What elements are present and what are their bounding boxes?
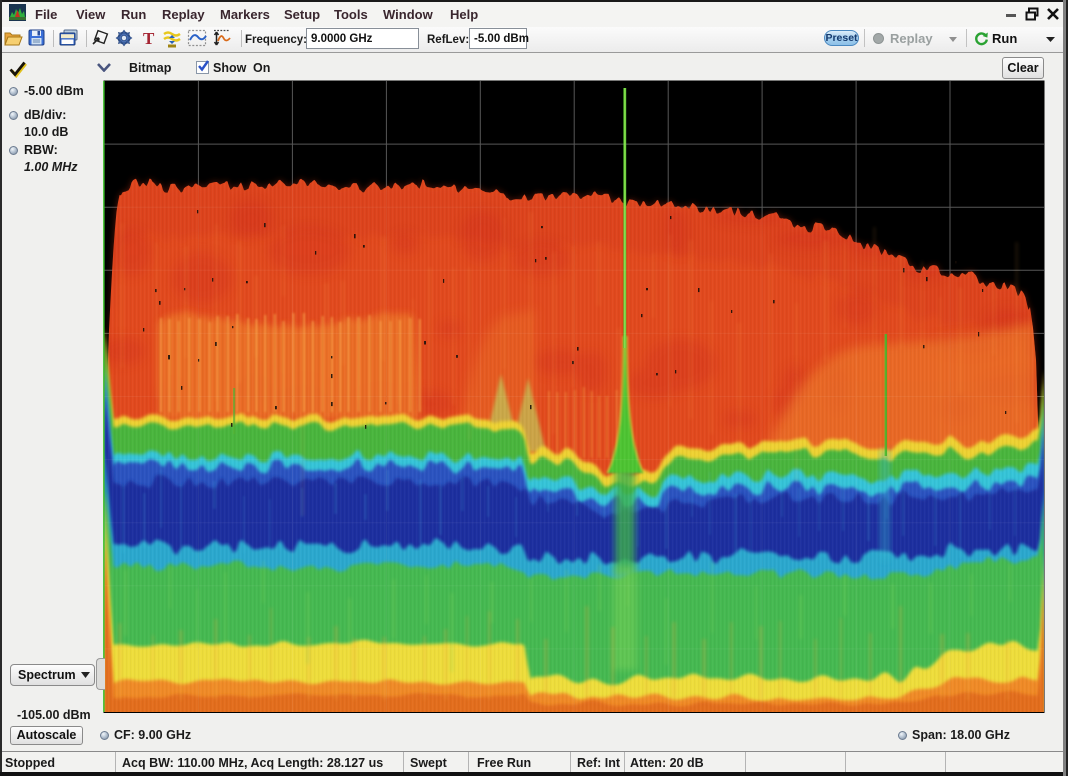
svg-text:T: T <box>143 29 155 48</box>
